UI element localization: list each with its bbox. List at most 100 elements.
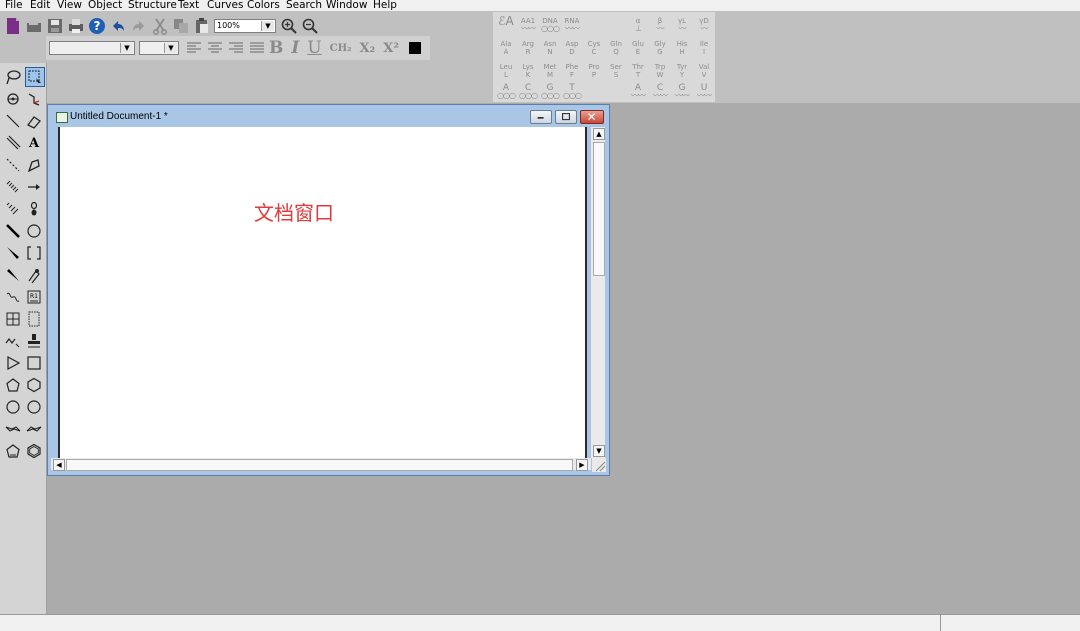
scroll-right-icon[interactable]: ▶ xyxy=(576,459,588,471)
marquee-select-tool-icon[interactable] xyxy=(25,67,45,87)
ellipse-tool-icon[interactable] xyxy=(25,222,43,240)
help-icon[interactable]: ? xyxy=(88,17,106,35)
aa-gamma-d-button[interactable]: γD 〰 xyxy=(693,17,715,33)
solid-bond-tool-icon[interactable] xyxy=(4,112,22,130)
aa-ala-button[interactable]: Ala A xyxy=(495,40,517,56)
paste-icon[interactable] xyxy=(193,17,211,35)
zoom-select[interactable]: 100% ▼ xyxy=(214,19,276,33)
aa-arg-button[interactable]: Arg R xyxy=(517,40,539,56)
r-group-tool-icon[interactable]: R1 xyxy=(25,288,43,306)
rotate-3d-tool-icon[interactable] xyxy=(4,90,22,108)
orbital-tool-icon[interactable] xyxy=(25,200,43,218)
align-center-icon[interactable] xyxy=(206,39,224,57)
chain-curve-tool-icon[interactable] xyxy=(4,332,22,350)
bold-button[interactable]: B xyxy=(269,38,283,58)
aa-aa1-button[interactable]: AA1 〰〰 xyxy=(517,17,539,33)
scroll-down-icon[interactable]: ▼ xyxy=(593,445,605,457)
scroll-left-icon[interactable]: ◀ xyxy=(53,459,65,471)
chain-tool-icon[interactable] xyxy=(25,90,43,108)
aa-beta-button[interactable]: β 〰 xyxy=(649,17,671,33)
print-button[interactable] xyxy=(67,17,85,35)
lasso-tool-icon[interactable] xyxy=(4,68,22,86)
element-tool-icon[interactable] xyxy=(25,266,43,284)
chair-cyclohexane-tool-icon[interactable] xyxy=(4,420,22,438)
undo-icon[interactable] xyxy=(109,17,127,35)
save-button[interactable] xyxy=(46,17,64,35)
hexagon-tool-icon[interactable] xyxy=(25,376,43,394)
zoom-in-icon[interactable] xyxy=(280,17,298,35)
zoom-out-icon[interactable] xyxy=(301,17,319,35)
aa-his-button[interactable]: His H xyxy=(671,40,693,56)
cut-icon[interactable] xyxy=(151,17,169,35)
amino-acid-tool-icon[interactable]: ℰA xyxy=(495,15,517,27)
superscript-button[interactable]: X² xyxy=(383,41,399,56)
stamp-tool-icon[interactable] xyxy=(25,332,43,350)
dna-a-button[interactable]: A ○○○ xyxy=(495,84,517,100)
aa-gly-button[interactable]: Gly G xyxy=(649,40,671,56)
bracket-tool-icon[interactable] xyxy=(25,244,43,262)
table-tool-icon[interactable] xyxy=(4,310,22,328)
rna-g-button[interactable]: G 〰〰 xyxy=(671,84,693,100)
chevron-down-icon[interactable]: ▼ xyxy=(120,43,133,53)
close-button[interactable] xyxy=(580,110,604,124)
open-button[interactable] xyxy=(25,17,43,35)
cyclopentadiene-tool-icon[interactable] xyxy=(4,442,22,460)
rna-c-button[interactable]: C 〰〰 xyxy=(649,84,671,100)
dna-t-button[interactable]: T ○○○ xyxy=(561,84,583,100)
aa-gamma-l-button[interactable]: γL 〰 xyxy=(671,17,693,33)
align-left-icon[interactable] xyxy=(185,39,203,57)
resize-grip-icon[interactable] xyxy=(592,458,606,472)
wedge-bond-alt-tool-icon[interactable] xyxy=(4,266,22,284)
triangle-tool-icon[interactable] xyxy=(4,354,22,372)
aa-asp-button[interactable]: Asp D xyxy=(561,40,583,56)
aa-val-button[interactable]: Val V xyxy=(693,63,715,79)
aa-dna-button[interactable]: DNA ○○○ xyxy=(539,17,561,33)
color-swatch-button[interactable] xyxy=(409,42,422,54)
pen-tool-icon[interactable] xyxy=(25,156,43,174)
hashed-bond-tool-icon[interactable] xyxy=(4,178,22,196)
aa-gln-button[interactable]: Gln Q xyxy=(605,40,627,56)
bold-bond-tool-icon[interactable] xyxy=(4,222,22,240)
wedge-bond-tool-icon[interactable] xyxy=(4,244,22,262)
chair-cyclohexane-alt-tool-icon[interactable] xyxy=(25,420,43,438)
aa-cys-button[interactable]: Cys C xyxy=(583,40,605,56)
align-right-icon[interactable] xyxy=(227,39,245,57)
template-tool-icon[interactable] xyxy=(25,310,43,328)
formula-button[interactable]: CH₂ xyxy=(330,43,352,54)
font-size-select[interactable]: ▼ xyxy=(139,41,179,55)
aa-trp-button[interactable]: Trp W xyxy=(649,63,671,79)
chevron-down-icon[interactable]: ▼ xyxy=(164,43,177,53)
double-bond-tool-icon[interactable] xyxy=(4,134,22,152)
cycloheptane-tool-icon[interactable] xyxy=(4,398,22,416)
redo-icon[interactable] xyxy=(130,17,148,35)
benzene-tool-icon[interactable] xyxy=(25,442,43,460)
subscript-button[interactable]: X₂ xyxy=(359,41,375,56)
rna-a-button[interactable]: A 〰〰 xyxy=(627,84,649,100)
eraser-tool-icon[interactable] xyxy=(25,112,43,130)
chevron-down-icon[interactable]: ▼ xyxy=(261,21,274,31)
aa-ser-button[interactable]: Ser S xyxy=(605,63,627,79)
horizontal-scroll-thumb[interactable] xyxy=(66,459,573,471)
drawing-canvas[interactable]: 文档窗口 xyxy=(58,127,587,458)
vertical-scrollbar[interactable]: ▲ ▼ xyxy=(591,127,605,458)
arrow-tool-icon[interactable] xyxy=(25,178,43,196)
aa-phe-button[interactable]: Phe F xyxy=(561,63,583,79)
vertical-scroll-thumb[interactable] xyxy=(593,142,605,276)
aa-pro-button[interactable]: Pro P xyxy=(583,63,605,79)
aa-met-button[interactable]: Met M xyxy=(539,63,561,79)
text-tool-icon[interactable]: A xyxy=(25,134,43,152)
aa-asn-button[interactable]: Asn N xyxy=(539,40,561,56)
hashed-wedge-tool-icon[interactable] xyxy=(4,200,22,218)
aa-thr-button[interactable]: Thr T xyxy=(627,63,649,79)
copy-icon[interactable] xyxy=(172,17,190,35)
maximize-button[interactable] xyxy=(555,110,577,124)
aa-ile-button[interactable]: Ile I xyxy=(693,40,715,56)
horizontal-scrollbar[interactable]: ◀ ▶ xyxy=(51,458,591,471)
aa-glu-button[interactable]: Glu E xyxy=(627,40,649,56)
wavy-bond-tool-icon[interactable] xyxy=(4,288,22,306)
new-document-button[interactable] xyxy=(4,17,22,35)
rna-u-button[interactable]: U 〰〰 xyxy=(693,84,715,100)
aa-rna-button[interactable]: RNA 〰〰 xyxy=(561,17,583,33)
dna-c-button[interactable]: C ○○○ xyxy=(517,84,539,100)
dna-g-button[interactable]: G ○○○ xyxy=(539,84,561,100)
